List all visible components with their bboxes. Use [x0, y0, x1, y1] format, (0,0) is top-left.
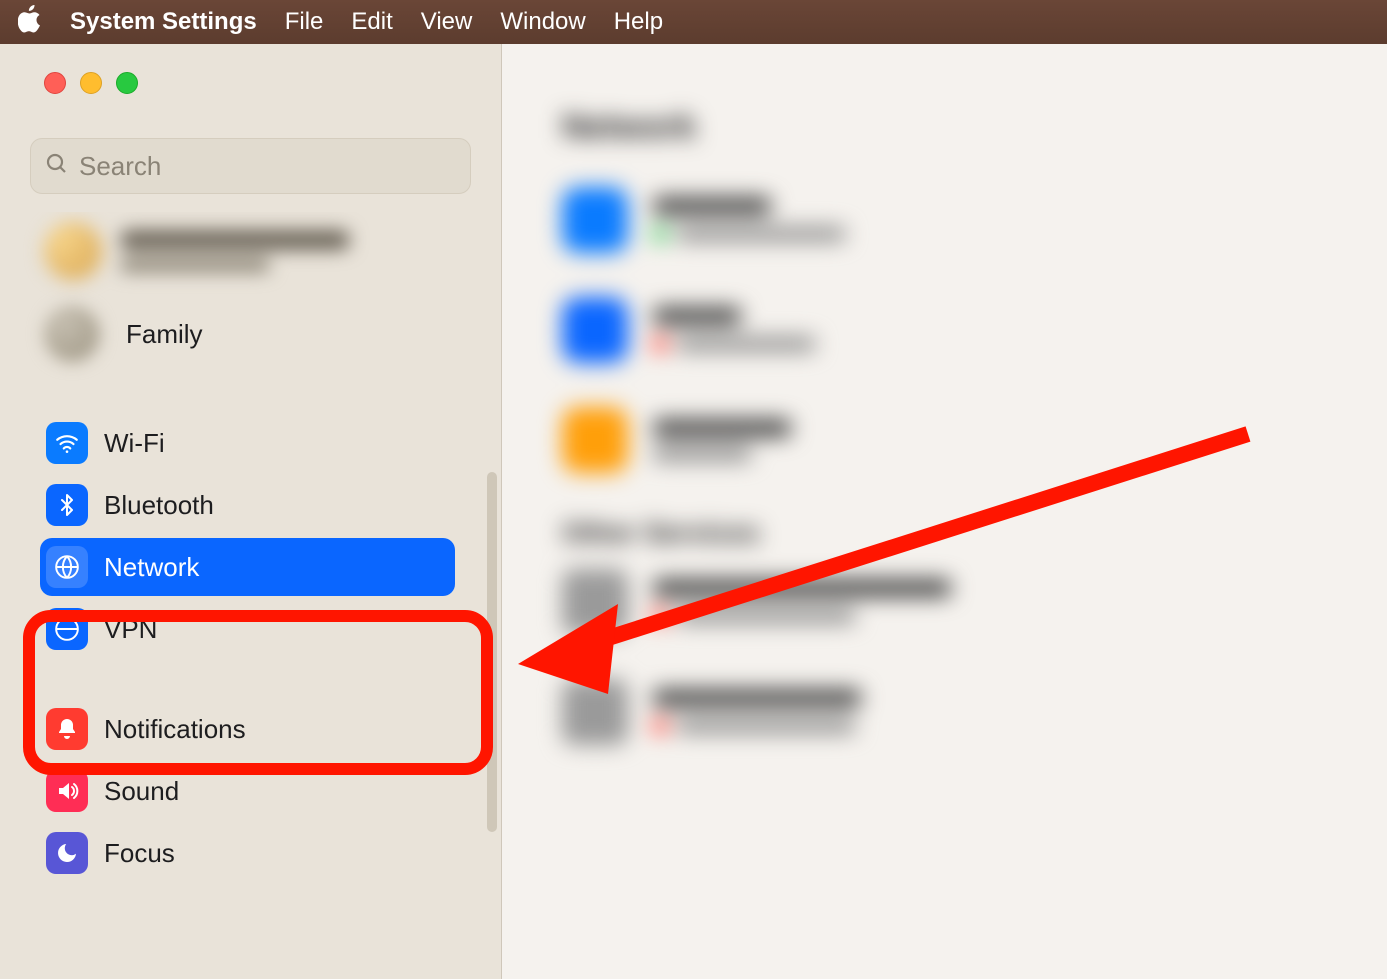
sidebar-item-label: VPN: [104, 614, 157, 645]
bluetooth-icon: [46, 484, 88, 526]
search-field[interactable]: [30, 138, 471, 194]
sidebar-item-family[interactable]: Family: [0, 290, 483, 386]
sidebar-item-label: Bluetooth: [104, 490, 214, 521]
sidebar-item-wifi[interactable]: Wi-Fi: [40, 414, 455, 472]
sidebar: Family Wi-Fi Bluetooth: [0, 44, 502, 979]
search-input[interactable]: [79, 151, 456, 182]
bell-icon: [46, 708, 88, 750]
menu-help[interactable]: Help: [614, 8, 663, 36]
sidebar-item-vpn[interactable]: VPN: [40, 600, 455, 658]
status-dot-disconnected: [652, 336, 668, 352]
wifi-service-icon: [562, 187, 628, 253]
family-avatar-icon: [44, 306, 100, 362]
sidebar-scrollbar[interactable]: [487, 472, 497, 832]
sidebar-item-bluetooth[interactable]: Bluetooth: [40, 476, 455, 534]
menu-window[interactable]: Window: [500, 8, 585, 36]
sidebar-item-label: Wi-Fi: [104, 428, 165, 459]
apple-menu-icon[interactable]: [18, 5, 42, 40]
service-row[interactable]: [562, 569, 1337, 635]
sidebar-item-label: Family: [126, 319, 203, 350]
zoom-window-button[interactable]: [116, 72, 138, 94]
sidebar-item-label: Sound: [104, 776, 179, 807]
menubar[interactable]: System Settings File Edit View Window He…: [0, 0, 1387, 44]
minimize-window-button[interactable]: [80, 72, 102, 94]
service-icon: [562, 297, 628, 363]
status-dot-disconnected: [652, 718, 668, 734]
service-row[interactable]: [562, 187, 1337, 253]
sidebar-item-notifications[interactable]: Notifications: [40, 700, 455, 758]
close-window-button[interactable]: [44, 72, 66, 94]
service-icon: [562, 679, 628, 745]
sidebar-item-apple-id[interactable]: [0, 212, 483, 290]
search-icon: [45, 152, 69, 181]
window-controls: [0, 44, 501, 124]
content-pane: Network: [502, 44, 1387, 979]
sidebar-item-label: Notifications: [104, 714, 246, 745]
service-row[interactable]: [562, 679, 1337, 745]
service-row[interactable]: [562, 407, 1337, 473]
globe-icon: [46, 546, 88, 588]
menu-view[interactable]: View: [421, 8, 473, 36]
page-title: Network: [562, 108, 1337, 147]
sidebar-item-label: Network: [104, 552, 199, 583]
vpn-icon: [46, 608, 88, 650]
settings-window: Family Wi-Fi Bluetooth: [0, 44, 1387, 979]
service-row[interactable]: [562, 297, 1337, 363]
service-icon: [562, 569, 628, 635]
sidebar-item-label: Focus: [104, 838, 175, 869]
menu-edit[interactable]: Edit: [351, 8, 392, 36]
wifi-icon: [46, 422, 88, 464]
speaker-icon: [46, 770, 88, 812]
sidebar-item-network[interactable]: Network: [40, 538, 455, 596]
user-avatar: [44, 222, 102, 280]
sidebar-item-sound[interactable]: Sound: [40, 762, 455, 820]
sidebar-item-focus[interactable]: Focus: [40, 824, 455, 882]
firewall-icon: [562, 407, 628, 473]
status-dot-connected: [652, 226, 668, 242]
app-name[interactable]: System Settings: [70, 8, 257, 36]
status-dot-disconnected: [652, 608, 668, 624]
menu-file[interactable]: File: [285, 8, 324, 36]
moon-icon: [46, 832, 88, 874]
section-header: Other Services: [562, 517, 1337, 549]
